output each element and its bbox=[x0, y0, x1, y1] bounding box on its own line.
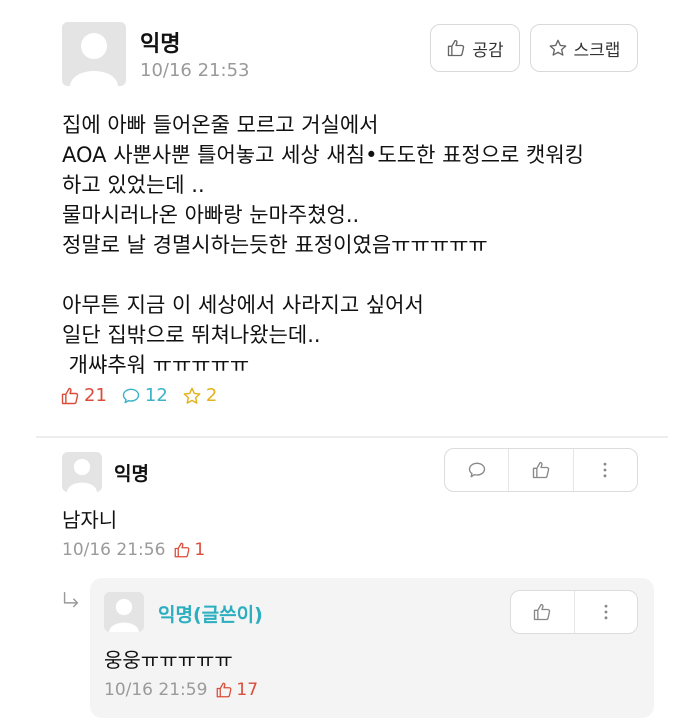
comment-like-button[interactable] bbox=[509, 449, 574, 491]
comment-actions bbox=[444, 448, 638, 492]
thumbs-up-icon bbox=[61, 387, 79, 404]
post-author: 익명 bbox=[140, 32, 181, 57]
thumbs-up-icon bbox=[217, 682, 232, 698]
comment-author: 익명 bbox=[114, 463, 149, 485]
comment-meta: 10/16 21:56 1 bbox=[62, 540, 205, 560]
comment-like-count: 1 bbox=[173, 540, 205, 560]
reply-like-button[interactable] bbox=[511, 591, 575, 633]
comment-count-value: 12 bbox=[144, 385, 168, 406]
reply-actions bbox=[510, 590, 638, 634]
like-button[interactable]: 공감 bbox=[430, 24, 520, 72]
post-body-line: AOA 사뿐사뿐 틀어놓고 세상 새침•도도한 표정으로 캣워킹 bbox=[62, 143, 584, 167]
reply-button[interactable] bbox=[445, 449, 510, 491]
scrap-count: 2 bbox=[182, 385, 217, 406]
post-body: 집에 아빠 들어온줄 모르고 거실에서 AOA 사뿐사뿐 틀어놓고 세상 새침•… bbox=[62, 110, 682, 380]
comment-count: 12 bbox=[121, 385, 168, 406]
more-vertical-icon bbox=[603, 462, 607, 478]
thumbs-up-icon bbox=[534, 603, 551, 621]
comment-like-count-value: 1 bbox=[194, 540, 206, 560]
post-body-line: 물마시러나온 아빠랑 눈마주쳤엉.. bbox=[62, 203, 360, 227]
scrap-button[interactable]: 스크랩 bbox=[530, 24, 638, 72]
post-time: 10/16 21:53 bbox=[140, 60, 250, 81]
scrap-button-label: 스크랩 bbox=[573, 40, 621, 61]
thumbs-up-icon bbox=[532, 461, 550, 479]
avatar-placeholder-icon bbox=[62, 22, 126, 86]
speech-bubble-icon bbox=[122, 388, 140, 403]
avatar-placeholder-icon bbox=[62, 452, 102, 492]
reply-time: 10/16 21:59 bbox=[104, 680, 208, 700]
post-avatar bbox=[62, 22, 126, 86]
thumbs-up-icon bbox=[175, 542, 190, 558]
star-icon bbox=[549, 39, 566, 56]
reply-author: 익명(글쓴이) bbox=[158, 604, 263, 626]
avatar-placeholder-icon bbox=[104, 592, 144, 632]
speech-bubble-icon bbox=[468, 462, 485, 478]
reply-text: 웅웅ㅠㅠㅠㅠㅠ bbox=[104, 648, 233, 672]
like-count: 21 bbox=[60, 385, 107, 406]
like-count-value: 21 bbox=[84, 385, 107, 406]
reply-like-count: 17 bbox=[215, 680, 258, 700]
post-body-line: 정말로 날 경멸시하는듯한 표정이였음ㅠㅠㅠㅠㅠ bbox=[62, 233, 488, 257]
reply-meta: 10/16 21:59 17 bbox=[104, 680, 258, 700]
comment-time: 10/16 21:56 bbox=[62, 540, 166, 560]
post-body-line: 집에 아빠 들어온줄 모르고 거실에서 bbox=[62, 113, 379, 137]
post-body-line: 하고 있었는데 .. bbox=[62, 173, 205, 197]
comment-text: 남자니 bbox=[62, 508, 118, 532]
scrap-count-value: 2 bbox=[205, 385, 218, 406]
post-body-line: 개쌰추워 ㅠㅠㅠㅠㅠ bbox=[62, 353, 250, 377]
more-vertical-icon bbox=[604, 604, 608, 620]
post-body-line: 일단 집밖으로 뛰쳐나왔는데.. bbox=[62, 323, 321, 347]
post-stats: 21 12 2 bbox=[60, 385, 231, 406]
reply-like-count-value: 17 bbox=[236, 680, 259, 700]
thumbs-up-icon bbox=[448, 39, 465, 57]
reply-avatar bbox=[104, 592, 144, 632]
reply-arrow-icon bbox=[63, 592, 79, 608]
comment-avatar bbox=[62, 452, 102, 492]
comment-more-button[interactable] bbox=[574, 449, 637, 491]
reply-more-button[interactable] bbox=[575, 591, 638, 633]
divider bbox=[36, 436, 668, 438]
star-icon bbox=[183, 387, 201, 404]
post-body-line bbox=[62, 260, 682, 290]
like-button-label: 공감 bbox=[472, 40, 504, 61]
post-body-line: 아무튼 지금 이 세상에서 사라지고 싶어서 bbox=[62, 293, 424, 317]
